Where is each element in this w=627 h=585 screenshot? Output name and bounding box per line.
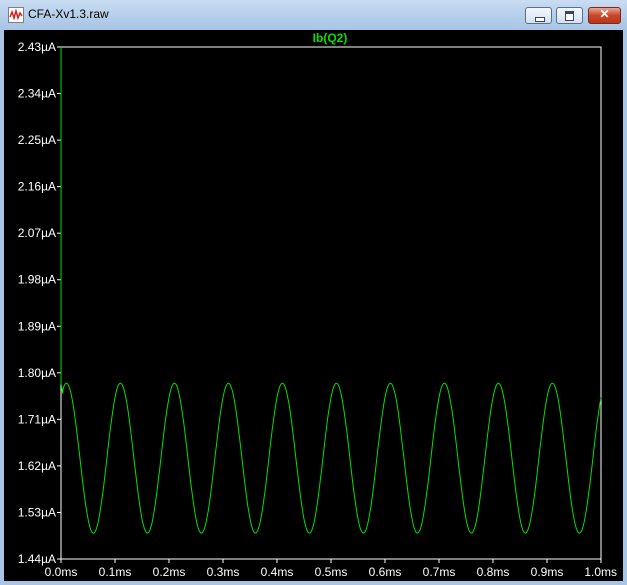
- close-button[interactable]: [588, 7, 621, 24]
- trace-title[interactable]: Ib(Q2): [313, 31, 348, 45]
- x-tick-label: 0.1ms: [99, 565, 132, 579]
- y-tick-label: 2.25µA: [18, 133, 56, 147]
- x-tick-label: 0.9ms: [531, 565, 564, 579]
- plot-frame-rect: [60, 46, 602, 560]
- x-tick-label: 0.8ms: [477, 565, 510, 579]
- x-tick-label: 1.0ms: [584, 565, 617, 579]
- x-tick-label: 0.6ms: [369, 565, 402, 579]
- plot-frame: [60, 46, 602, 560]
- waveform-plot[interactable]: Ib(Q2) 2.43µA 2.34µA 2.25µA 2.16µA 2.07µA 1.9…: [4, 30, 623, 581]
- x-tick-label: 0.4ms: [261, 565, 294, 579]
- x-tick-label: 0.2ms: [153, 565, 186, 579]
- x-tick-label: 0.7ms: [423, 565, 456, 579]
- y-tick-label: 1.71µA: [18, 412, 56, 426]
- plot-pane[interactable]: Ib(Q2) 2.43µA 2.34µA 2.25µA 2.16µA 2.07µA 1.9…: [4, 30, 623, 581]
- x-axis[interactable]: 0.0ms 0.1ms 0.2ms 0.3ms 0.4ms 0.5ms 0.6ms 0.7ms…: [45, 559, 617, 579]
- window-titlebar[interactable]: CFA-Xv1.3.raw: [0, 0, 627, 30]
- waveform-icon: [8, 7, 24, 23]
- trace-line: [60, 47, 602, 534]
- y-tick-label: 1.98µA: [18, 273, 56, 287]
- x-tick-label: 0.0ms: [45, 565, 78, 579]
- x-tick-label: 0.5ms: [315, 565, 348, 579]
- y-tick-label: 2.34µA: [18, 87, 56, 101]
- y-tick-label: 1.53µA: [18, 505, 56, 519]
- y-axis[interactable]: 2.43µA 2.34µA 2.25µA 2.16µA 2.07µA 1.98µA 1.89…: [18, 40, 61, 566]
- minimize-button[interactable]: [525, 7, 552, 24]
- y-tick-label: 1.62µA: [18, 459, 56, 473]
- y-tick-label: 2.43µA: [18, 40, 56, 54]
- y-tick-label: 1.44µA: [18, 552, 56, 566]
- trace-ib-q2: [60, 47, 602, 534]
- maximize-button[interactable]: [556, 7, 583, 24]
- y-tick-label: 2.07µA: [18, 226, 56, 240]
- y-tick-label: 2.16µA: [18, 180, 56, 194]
- y-tick-label: 1.80µA: [18, 366, 56, 380]
- y-tick-label: 1.89µA: [18, 319, 56, 333]
- window-title: CFA-Xv1.3.raw: [28, 7, 109, 21]
- x-tick-label: 0.3ms: [207, 565, 240, 579]
